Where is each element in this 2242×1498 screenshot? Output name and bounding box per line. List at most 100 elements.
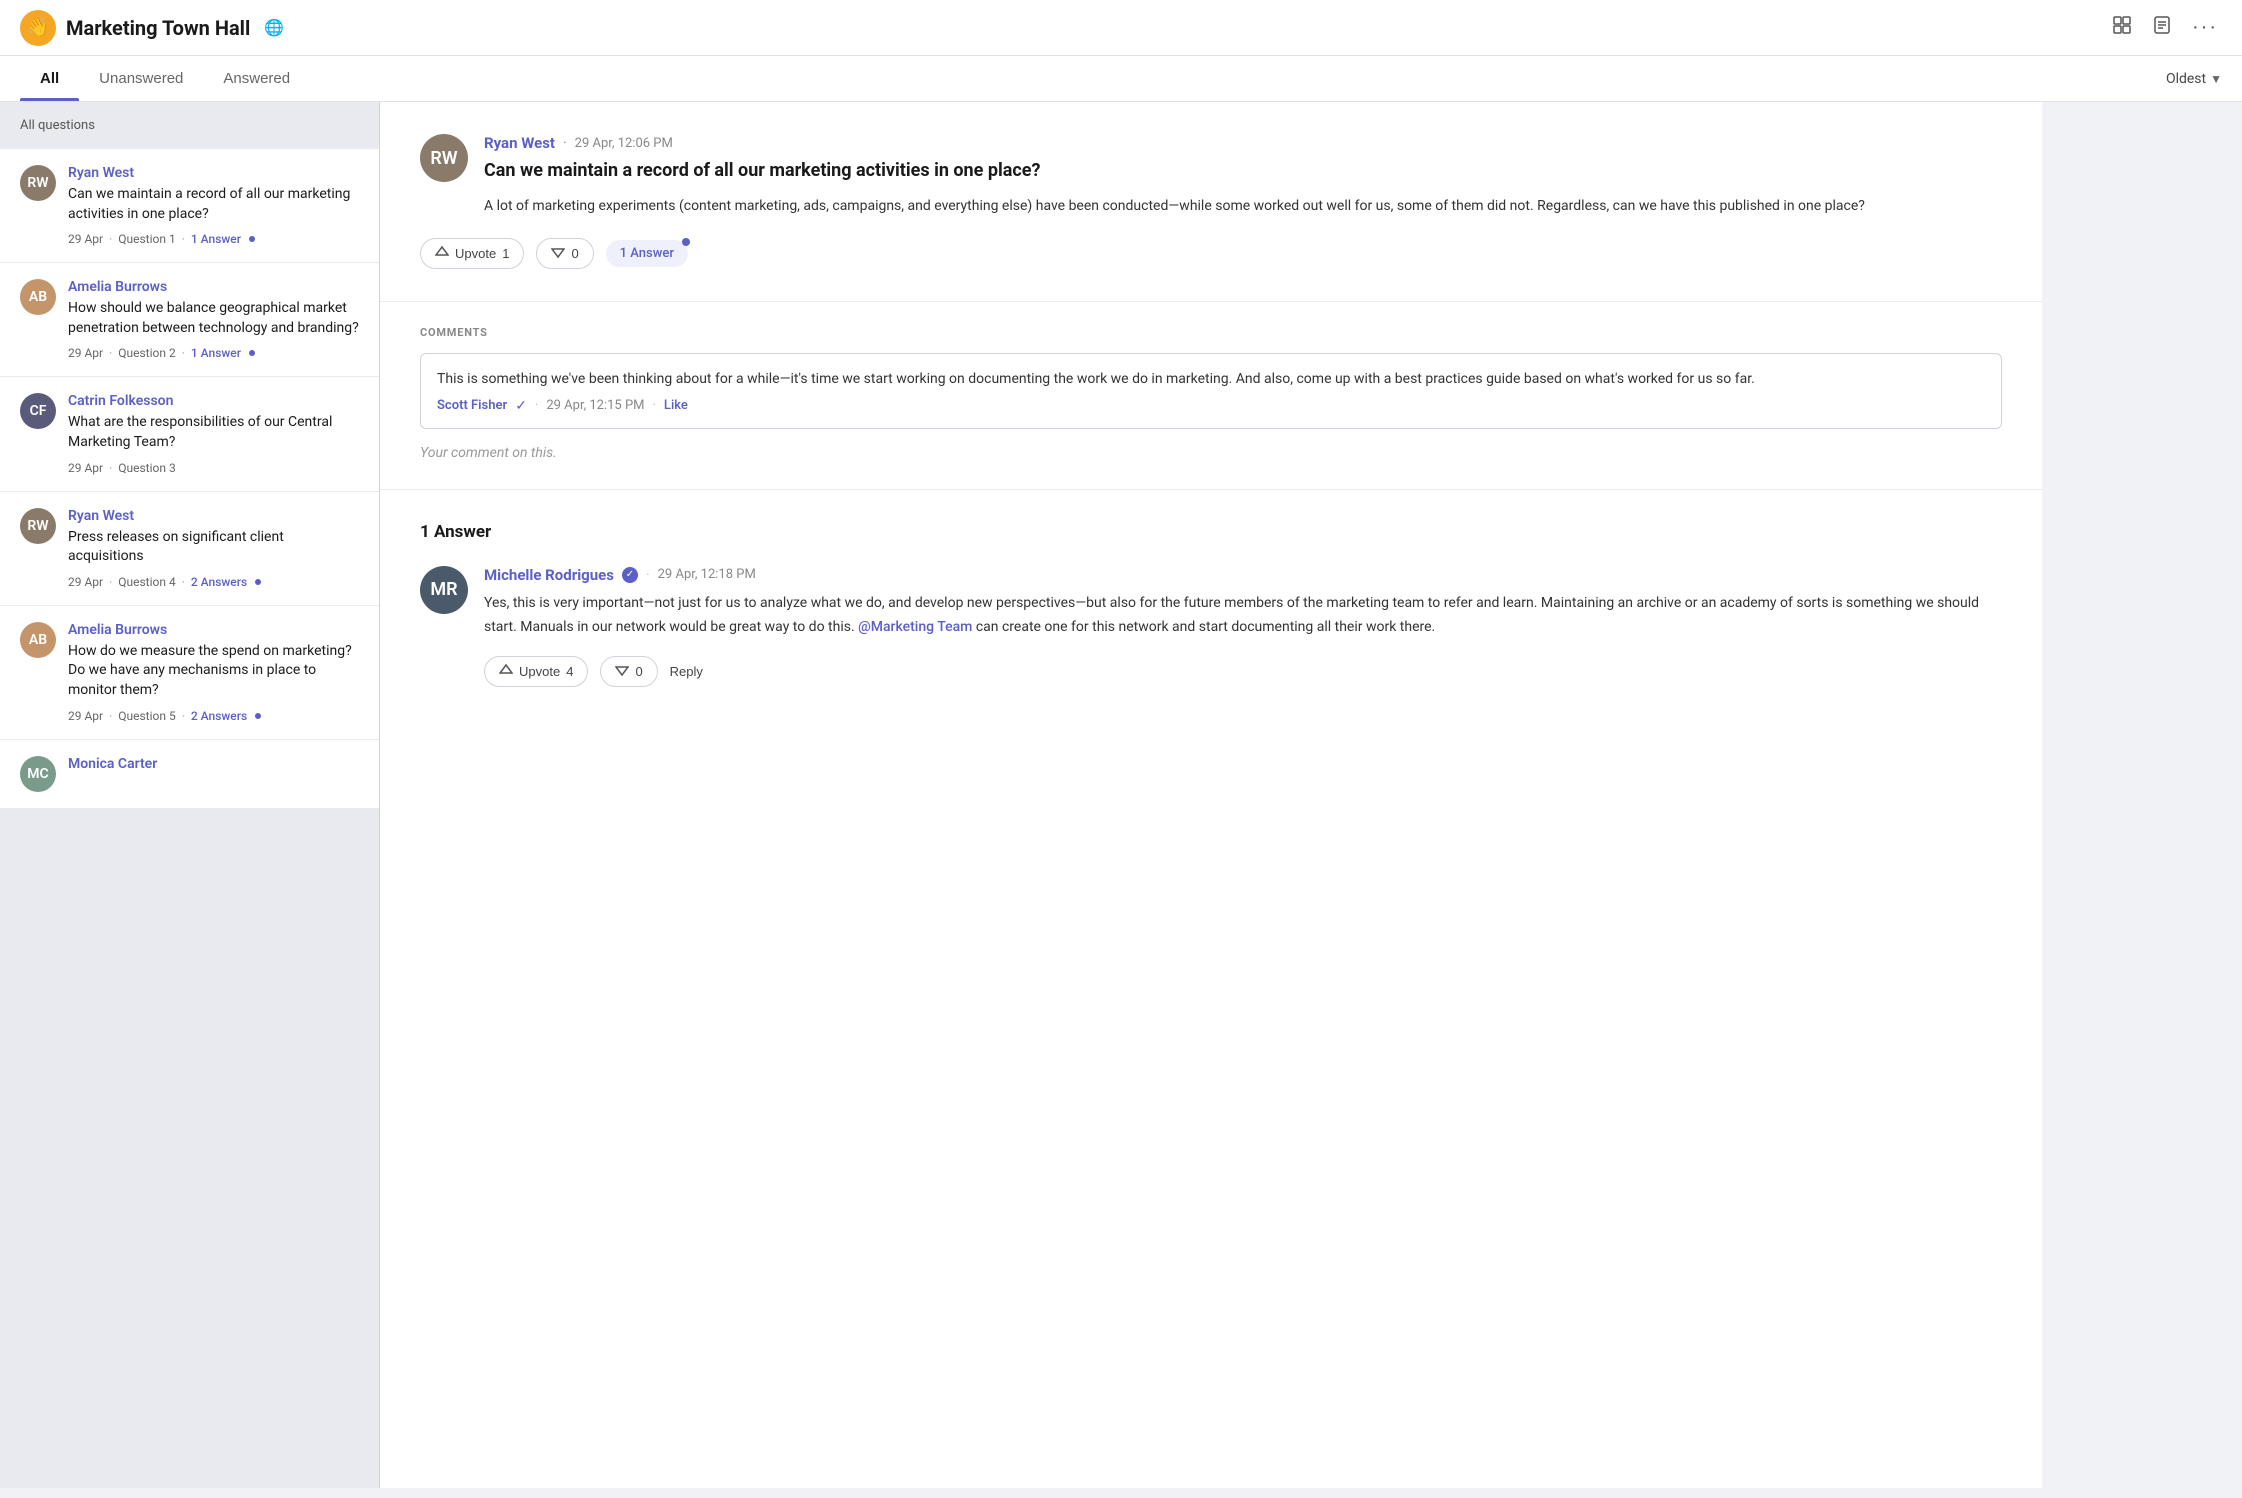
question-number: Question 2: [118, 346, 175, 360]
question-number: Question 4: [118, 575, 175, 589]
answer-content: Michelle Rodrigues ✓ · 29 Apr, 12:18 PM …: [484, 566, 2002, 687]
question-author: Monica Carter: [68, 756, 359, 772]
sort-label: Oldest: [2166, 71, 2206, 87]
detail-dot-separator: ·: [563, 135, 567, 151]
comment-input-placeholder[interactable]: Your comment on this.: [420, 441, 2002, 465]
comment-footer: Scott Fisher ✓ · 29 Apr, 12:15 PM · Like: [437, 398, 1985, 414]
grid-view-button[interactable]: [2108, 11, 2136, 44]
question-text: How do we measure the spend on marketing…: [68, 642, 359, 701]
tabs-bar: All Unanswered Answered Oldest ▼: [0, 56, 2242, 102]
question-date: 29 Apr: [68, 709, 103, 723]
detail-author-info: Ryan West · 29 Apr, 12:06 PM Can we main…: [484, 134, 1865, 218]
tab-answered[interactable]: Answered: [203, 56, 310, 101]
question-meta: 29 Apr · Question 4 · 2 Answers: [68, 575, 359, 589]
avatar-initials: RW: [27, 518, 48, 534]
answer-count-button[interactable]: 1 Answer: [606, 240, 688, 267]
tab-all[interactable]: All: [20, 56, 79, 101]
downvote-button[interactable]: 0: [536, 238, 593, 269]
question-meta: 29 Apr · Question 2 · 1 Answer: [68, 346, 359, 360]
detail-author-name: Ryan West: [484, 134, 555, 152]
question-author: Ryan West: [68, 508, 359, 524]
comments-label: COMMENTS: [420, 326, 2002, 339]
answer-upvote-label: Upvote: [519, 664, 560, 679]
meta-dot: ·: [182, 346, 185, 360]
answer-voting-row: Upvote 4 0 Reply: [484, 656, 2002, 687]
comment-box: This is something we've been thinking ab…: [420, 353, 2002, 429]
tabs-list: All Unanswered Answered: [20, 56, 310, 101]
avatar-initials: AB: [29, 289, 47, 305]
meta-dot: ·: [109, 575, 112, 589]
question-number: Question 5: [118, 709, 175, 723]
list-item[interactable]: RW Ryan West Can we maintain a record of…: [0, 149, 379, 263]
doc-view-button[interactable]: [2148, 11, 2176, 44]
answer-notification-dot: [682, 238, 690, 246]
sort-dropdown[interactable]: Oldest ▼: [2166, 71, 2222, 87]
ellipsis-icon: ···: [2192, 16, 2218, 38]
upvote-button[interactable]: Upvote 1: [420, 238, 524, 269]
question-text: Press releases on significant client acq…: [68, 528, 359, 567]
question-text: What are the responsibilities of our Cen…: [68, 413, 359, 452]
avatar-initials: AB: [29, 632, 47, 648]
answer-text: Yes, this is very important—not just for…: [484, 592, 2002, 640]
list-item[interactable]: CF Catrin Folkesson What are the respons…: [0, 377, 379, 491]
upvote-count: 1: [502, 246, 509, 261]
question-date: 29 Apr: [68, 461, 103, 475]
avatar: AB: [20, 622, 56, 658]
comment-text: This is something we've been thinking ab…: [437, 368, 1985, 390]
question-date: 29 Apr: [68, 232, 103, 246]
reply-button[interactable]: Reply: [670, 658, 703, 685]
question-detail: RW Ryan West · 29 Apr, 12:06 PM Can we m…: [380, 102, 2042, 302]
meta-dot: ·: [109, 461, 112, 475]
grid-icon: [2112, 15, 2132, 35]
answer-avatar: MR: [420, 566, 468, 614]
answer-text-after: can create one for this network and star…: [976, 619, 1435, 635]
answer-downvote-count: 0: [635, 664, 642, 679]
question-text: How should we balance geographical marke…: [68, 299, 359, 338]
avatar: RW: [20, 165, 56, 201]
answer-upvote-button[interactable]: Upvote 4: [484, 656, 588, 687]
question-detail-header: RW Ryan West · 29 Apr, 12:06 PM Can we m…: [420, 134, 2002, 218]
sidebar-header: All questions: [0, 102, 379, 149]
list-item[interactable]: MC Monica Carter: [0, 740, 379, 809]
answer-indicator-dot: [249, 350, 255, 356]
mention-tag[interactable]: @Marketing Team: [858, 619, 972, 635]
answer-badge: 2 Answers: [191, 575, 247, 589]
detail-question-title: Can we maintain a record of all our mark…: [484, 158, 1865, 183]
list-item[interactable]: RW Ryan West Press releases on significa…: [0, 492, 379, 606]
doc-icon: [2152, 15, 2172, 35]
question-author: Amelia Burrows: [68, 279, 359, 295]
list-item[interactable]: AB Amelia Burrows How should we balance …: [0, 263, 379, 377]
meta-dot: ·: [182, 709, 185, 723]
chevron-down-icon: ▼: [2210, 72, 2222, 86]
comment-timestamp: 29 Apr, 12:15 PM: [546, 398, 644, 413]
avatar-initials: RW: [27, 175, 48, 191]
voting-row: Upvote 1 0 1 Answer: [420, 238, 2002, 269]
meta-dot: ·: [182, 575, 185, 589]
avatar: AB: [20, 279, 56, 315]
more-options-button[interactable]: ···: [2188, 12, 2222, 43]
question-meta: 29 Apr · Question 5 · 2 Answers: [68, 709, 359, 723]
answer-author-name: Michelle Rodrigues: [484, 566, 614, 584]
page-title: Marketing Town Hall: [66, 16, 250, 40]
list-item[interactable]: AB Amelia Burrows How do we measure the …: [0, 606, 379, 740]
like-button[interactable]: Like: [664, 398, 688, 413]
detail-timestamp: 29 Apr, 12:06 PM: [575, 136, 673, 151]
right-panel: [2042, 102, 2242, 1488]
avatar: CF: [20, 393, 56, 429]
tab-unanswered[interactable]: Unanswered: [79, 56, 203, 101]
answer-timestamp: 29 Apr, 12:18 PM: [658, 567, 756, 582]
meta-dot: ·: [182, 232, 185, 246]
globe-icon: 🌐: [264, 18, 284, 37]
sidebar: All questions RW Ryan West Can we mainta…: [0, 102, 380, 1488]
answer-indicator-dot: [255, 579, 261, 585]
answer-author-row: Michelle Rodrigues ✓ · 29 Apr, 12:18 PM: [484, 566, 2002, 584]
answer-upvote-count: 4: [566, 664, 573, 679]
answer-item: MR Michelle Rodrigues ✓ · 29 Apr, 12:18 …: [420, 566, 2002, 687]
answer-verified-icon: ✓: [622, 567, 638, 583]
question-number: Question 1: [118, 232, 175, 246]
question-author: Catrin Folkesson: [68, 393, 359, 409]
answer-downvote-button[interactable]: 0: [600, 656, 657, 687]
detail-author-row: Ryan West · 29 Apr, 12:06 PM: [484, 134, 1865, 152]
question-content: Ryan West Can we maintain a record of al…: [68, 165, 359, 246]
upvote-icon: [435, 245, 449, 262]
